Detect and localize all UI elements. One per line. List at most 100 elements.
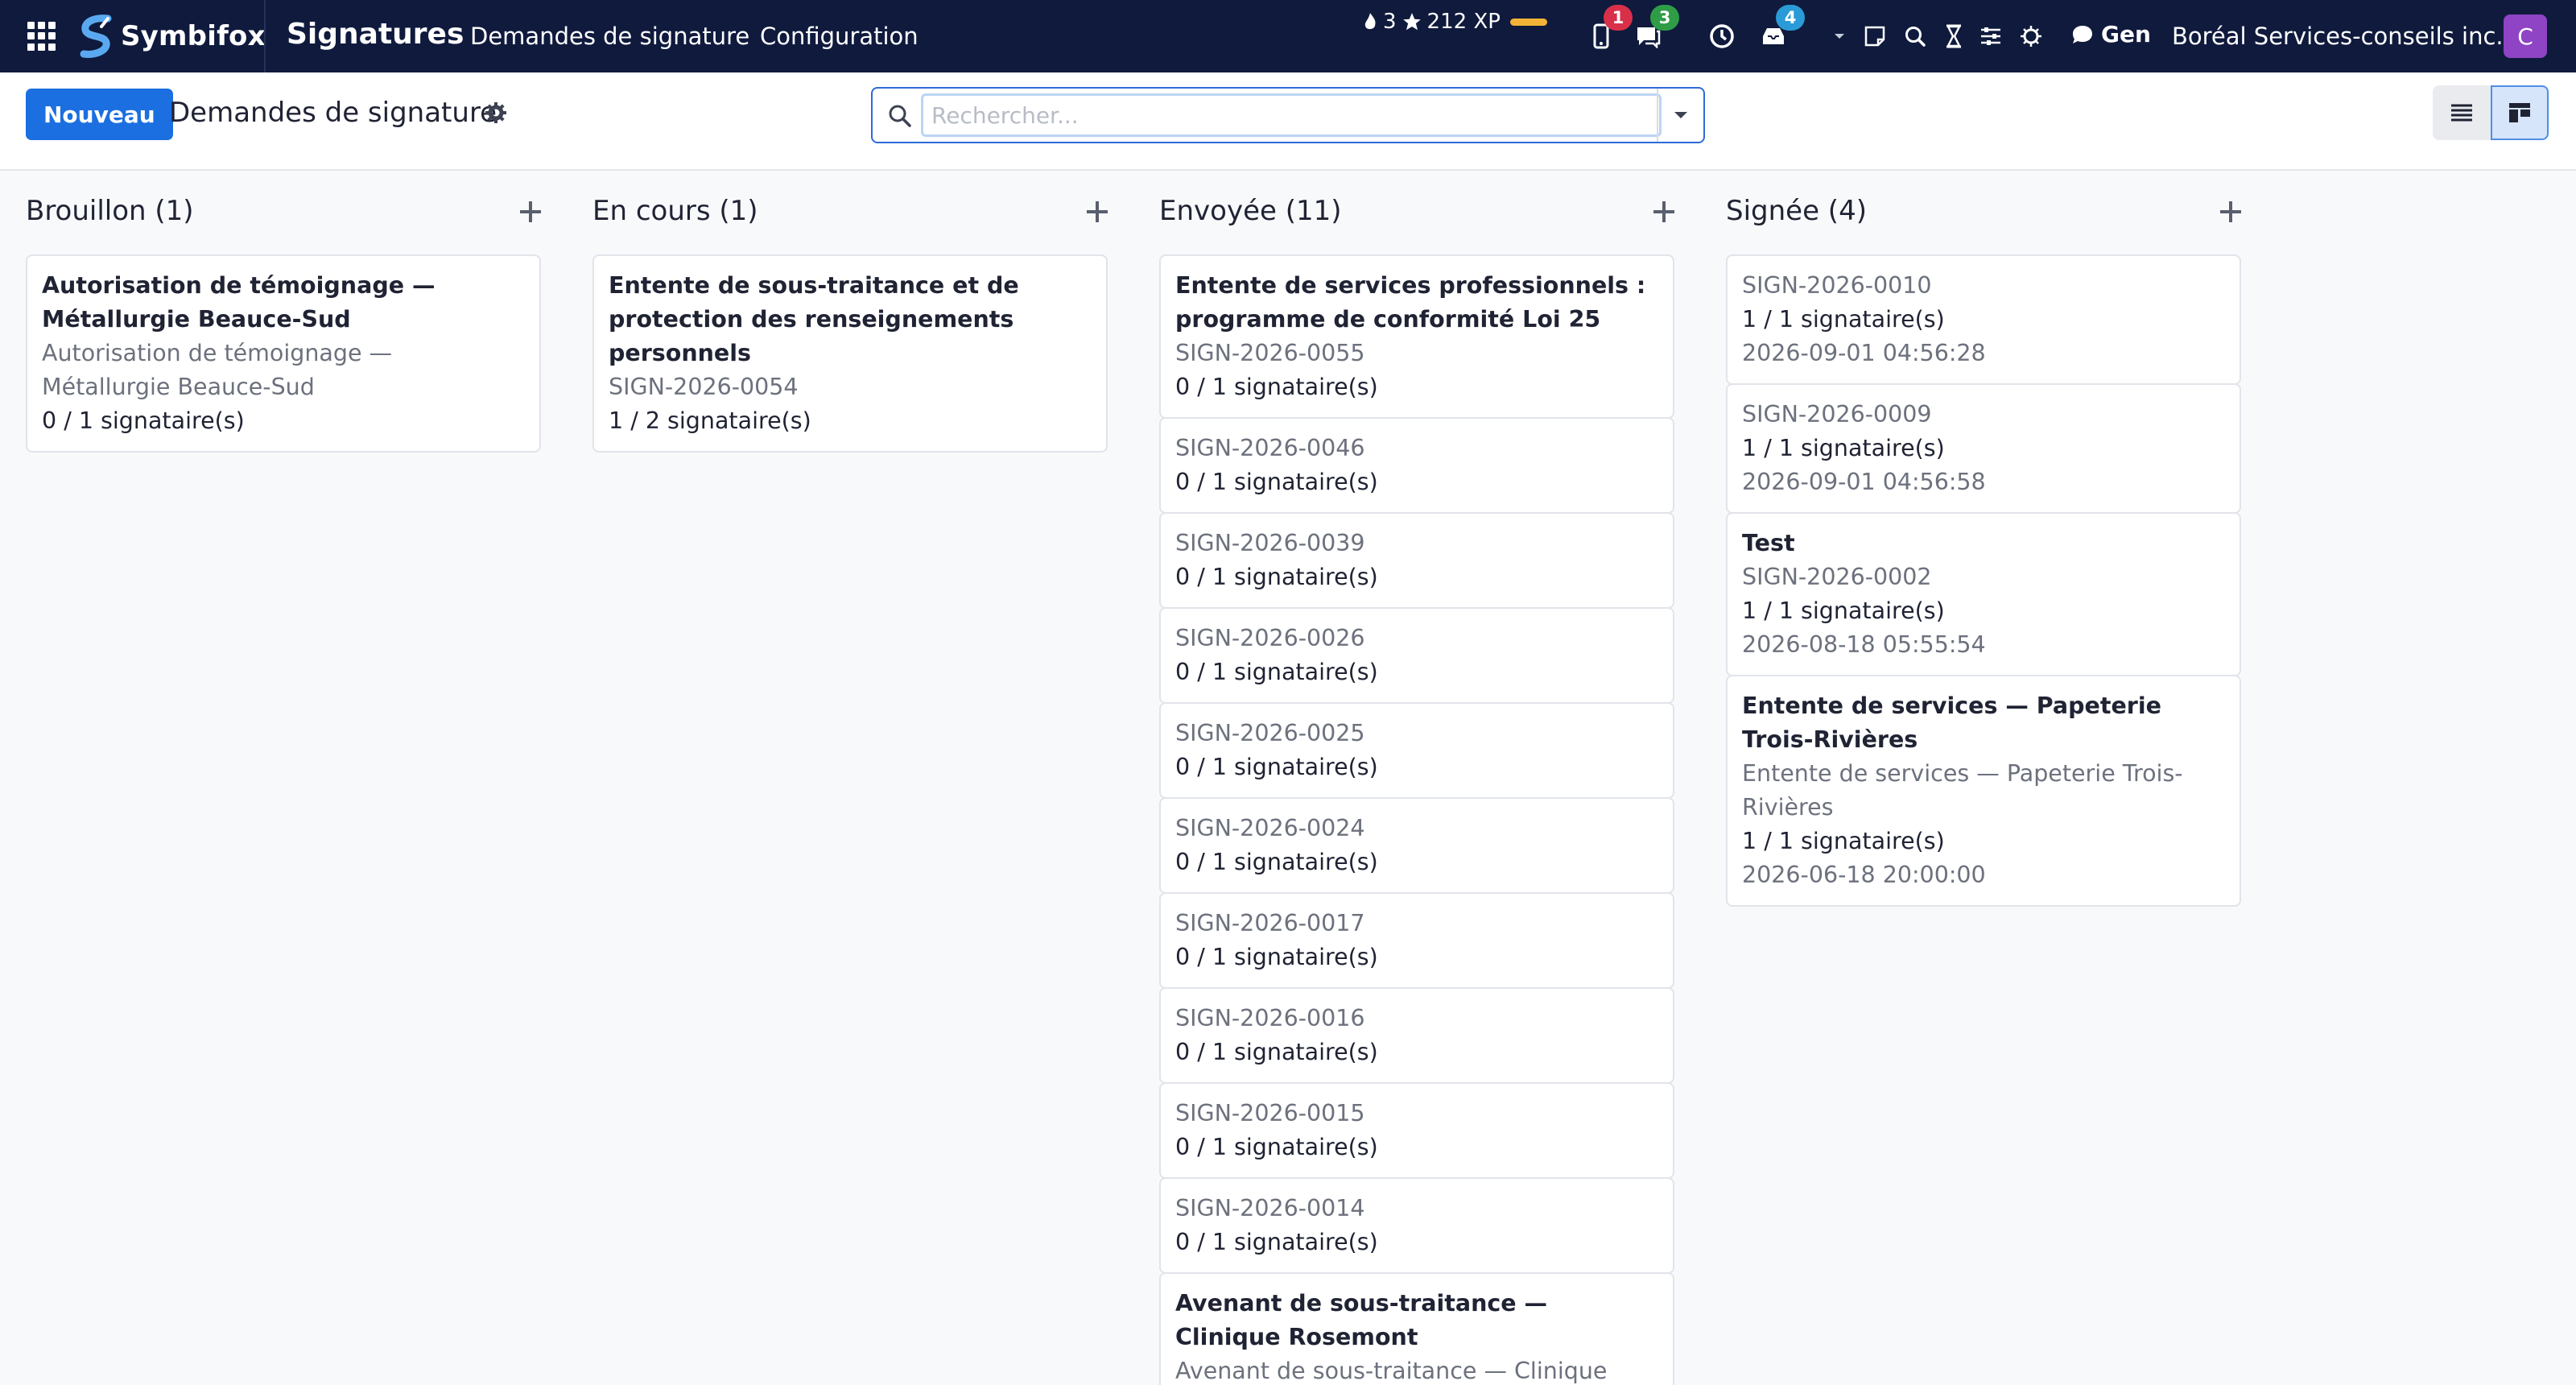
- clock-icon[interactable]: [1708, 23, 1736, 50]
- search-options-toggle[interactable]: [1657, 89, 1703, 142]
- activity-icon[interactable]: 4: [1760, 5, 1805, 50]
- search-icon: [889, 105, 911, 127]
- mobile-badge: 1: [1604, 5, 1633, 31]
- kanban-card[interactable]: SIGN-2026-0025 0 / 1 signataire(s): [1159, 702, 1674, 799]
- card-reference: SIGN-2026-0015: [1175, 1100, 1365, 1127]
- column-title[interactable]: En cours (1): [592, 195, 758, 227]
- kanban-card[interactable]: SIGN-2026-0024 0 / 1 signataire(s): [1159, 797, 1674, 894]
- activity-badge: 4: [1776, 5, 1805, 31]
- card-reference: SIGN-2026-0026: [1175, 625, 1365, 651]
- card-reference: SIGN-2026-0055: [1175, 340, 1365, 366]
- kanban-card[interactable]: Test SIGN-2026-0002 1 / 1 signataire(s) …: [1726, 512, 2241, 676]
- card-signers: 0 / 1 signataire(s): [1175, 564, 1378, 590]
- column-title[interactable]: Envoyée (11): [1159, 195, 1342, 227]
- card-reference: SIGN-2026-0046: [1175, 435, 1365, 461]
- flame-icon: [1364, 13, 1376, 30]
- card-date: 2026-08-18 05:55:54: [1742, 631, 1986, 658]
- card-reference: SIGN-2026-0009: [1742, 401, 1932, 428]
- card-signers: 0 / 1 signataire(s): [1175, 1229, 1378, 1255]
- card-reference: SIGN-2026-0010: [1742, 272, 1932, 299]
- card-reference: SIGN-2026-0017: [1175, 910, 1365, 936]
- add-card-icon[interactable]: [1087, 201, 1108, 222]
- speech-bubble-icon: [2073, 25, 2092, 43]
- add-card-icon[interactable]: [1653, 201, 1674, 222]
- kanban-card[interactable]: Avenant de sous-traitance — Clinique Ros…: [1159, 1272, 1674, 1385]
- symbifox-logo-icon: [80, 14, 112, 58]
- kanban-icon: [2509, 103, 2530, 122]
- kanban-card[interactable]: SIGN-2026-0015 0 / 1 signataire(s): [1159, 1082, 1674, 1179]
- kanban-card[interactable]: SIGN-2026-0046 0 / 1 signataire(s): [1159, 417, 1674, 514]
- company-switcher[interactable]: Boréal Services-conseils inc.: [2172, 23, 2504, 50]
- brand[interactable]: Symbifox: [77, 11, 266, 61]
- column-header: Envoyée (11): [1159, 195, 1674, 235]
- kanban-card[interactable]: SIGN-2026-0016 0 / 1 signataire(s): [1159, 987, 1674, 1084]
- caret-down-icon: [1674, 112, 1687, 118]
- kanban-card[interactable]: SIGN-2026-0009 1 / 1 signataire(s) 2026-…: [1726, 383, 2241, 514]
- kanban-card[interactable]: SIGN-2026-0014 0 / 1 signataire(s): [1159, 1177, 1674, 1274]
- kanban-card[interactable]: Entente de services professionnels : pro…: [1159, 254, 1674, 419]
- card-signers: 1 / 2 signataire(s): [609, 407, 811, 434]
- gen-assistant[interactable]: Gen: [2070, 21, 2151, 48]
- add-card-icon[interactable]: [2220, 201, 2241, 222]
- card-title: Autorisation de témoignage — Métallurgie…: [42, 272, 436, 333]
- kanban-card[interactable]: SIGN-2026-0010 1 / 1 signataire(s) 2026-…: [1726, 254, 2241, 385]
- star-icon: [1402, 13, 1421, 31]
- card-title: Entente de services professionnels : pro…: [1175, 272, 1646, 333]
- card-signers: 1 / 1 signataire(s): [1742, 435, 1945, 461]
- list-view-button[interactable]: [2433, 85, 2491, 140]
- card-title: Avenant de sous-traitance — Clinique Ros…: [1175, 1290, 1548, 1350]
- card-signers: 0 / 1 signataire(s): [1175, 1134, 1378, 1160]
- gen-label: Gen: [2101, 21, 2151, 48]
- kanban-card[interactable]: Entente de services — Papeterie Trois-Ri…: [1726, 675, 2241, 907]
- kanban-view-button[interactable]: [2491, 85, 2549, 140]
- note-icon[interactable]: [1861, 23, 1889, 50]
- card-signers: 0 / 1 signataire(s): [1175, 1039, 1378, 1065]
- column-header: Signée (4): [1726, 195, 2241, 235]
- chat-icon[interactable]: 3: [1634, 5, 1679, 50]
- kanban-card[interactable]: SIGN-2026-0017 0 / 1 signataire(s): [1159, 892, 1674, 989]
- card-signers: 1 / 1 signataire(s): [1742, 597, 1945, 624]
- sliders-icon[interactable]: [1977, 23, 2004, 50]
- card-signers: 0 / 1 signataire(s): [1175, 374, 1378, 400]
- mobile-notifications-icon[interactable]: 1: [1587, 5, 1633, 50]
- menu-configuration[interactable]: Configuration: [760, 23, 919, 50]
- card-signers: 0 / 1 signataire(s): [1175, 944, 1378, 970]
- card-title: Entente de services — Papeterie Trois-Ri…: [1742, 692, 2161, 753]
- new-button[interactable]: Nouveau: [26, 89, 173, 140]
- hourglass-icon[interactable]: [1940, 23, 1967, 50]
- add-card-icon[interactable]: [520, 201, 541, 222]
- card-subtitle: Avenant de sous-traitance — Clinique: [1175, 1358, 1608, 1384]
- kanban-card[interactable]: Autorisation de témoignage — Métallurgie…: [26, 254, 541, 453]
- view-switcher: [2433, 85, 2549, 140]
- apps-menu-icon[interactable]: [27, 22, 56, 51]
- column-header: En cours (1): [592, 195, 1108, 235]
- card-subtitle: Entente de services — Papeterie Trois-Ri…: [1742, 760, 2183, 821]
- kanban-card[interactable]: Entente de sous-traitance et de protecti…: [592, 254, 1108, 453]
- chevron-down-icon[interactable]: [1831, 23, 1848, 50]
- xp-progress-bar: [1509, 18, 1547, 26]
- kanban-card[interactable]: SIGN-2026-0039 0 / 1 signataire(s): [1159, 512, 1674, 609]
- card-reference: SIGN-2026-0024: [1175, 815, 1365, 841]
- card-signers: 1 / 1 signataire(s): [1742, 306, 1945, 333]
- column-title[interactable]: Signée (4): [1726, 195, 1867, 227]
- card-date: 2026-06-18 20:00:00: [1742, 862, 1986, 888]
- gear-icon[interactable]: [485, 101, 507, 124]
- app-title[interactable]: Signatures: [287, 18, 464, 51]
- brand-name: Symbifox: [121, 20, 266, 52]
- settings-bug-icon[interactable]: [2017, 23, 2045, 50]
- column-title[interactable]: Brouillon (1): [26, 195, 194, 227]
- menu-signature-requests[interactable]: Demandes de signature: [470, 23, 749, 50]
- gamification-xp[interactable]: 3 212 XP: [1362, 10, 1547, 34]
- card-title: Entente de sous-traitance et de protecti…: [609, 272, 1019, 366]
- kanban-card[interactable]: SIGN-2026-0026 0 / 1 signataire(s): [1159, 607, 1674, 704]
- card-reference: SIGN-2026-0025: [1175, 720, 1365, 746]
- search-bar: [871, 87, 1705, 143]
- card-title: Test: [1742, 530, 1795, 556]
- list-icon: [2451, 104, 2472, 122]
- card-signers: 0 / 1 signataire(s): [1175, 849, 1378, 875]
- search-icon[interactable]: [1901, 23, 1929, 50]
- user-avatar[interactable]: C: [2504, 14, 2547, 58]
- chat-badge: 3: [1650, 5, 1679, 31]
- card-reference: SIGN-2026-0039: [1175, 530, 1365, 556]
- search-input[interactable]: [921, 93, 1662, 137]
